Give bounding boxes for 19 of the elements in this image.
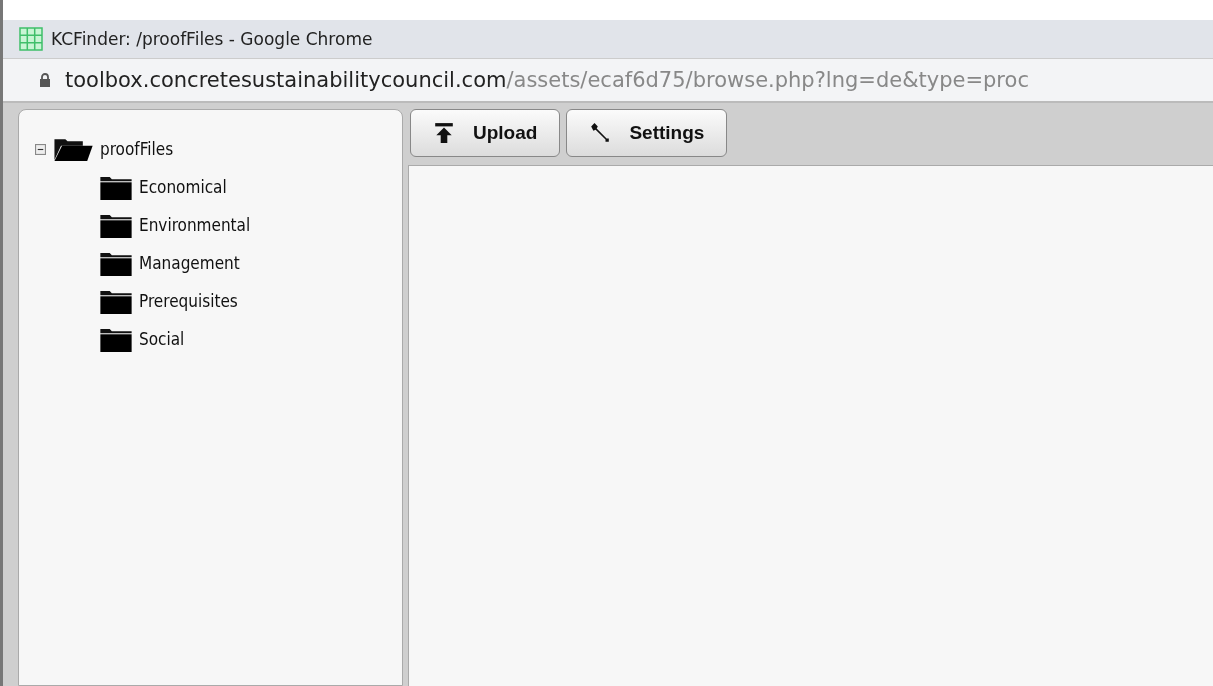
- tree-item[interactable]: Economical: [139, 177, 227, 197]
- upload-icon: [433, 122, 455, 144]
- folder-icon: [99, 174, 133, 200]
- tree-item[interactable]: Prerequisites: [139, 291, 238, 311]
- window-title: KCFinder: /proofFiles - Google Chrome: [51, 29, 373, 49]
- folder-icon: [99, 212, 133, 238]
- folder-icon: [99, 250, 133, 276]
- collapse-icon[interactable]: [35, 143, 46, 155]
- tree-item[interactable]: proofFiles: [100, 139, 174, 159]
- upload-button[interactable]: Upload: [410, 109, 561, 157]
- tree-item[interactable]: Management: [139, 253, 240, 273]
- folder-icon: [99, 326, 133, 352]
- tree-item[interactable]: Environmental: [139, 215, 251, 235]
- folder-icon: [99, 288, 133, 314]
- lock-icon: [39, 72, 51, 88]
- app-grid-icon: [19, 27, 43, 51]
- tree-item[interactable]: Social: [139, 329, 185, 349]
- folder-icon: [52, 137, 94, 161]
- settings-button[interactable]: Settings: [566, 109, 728, 157]
